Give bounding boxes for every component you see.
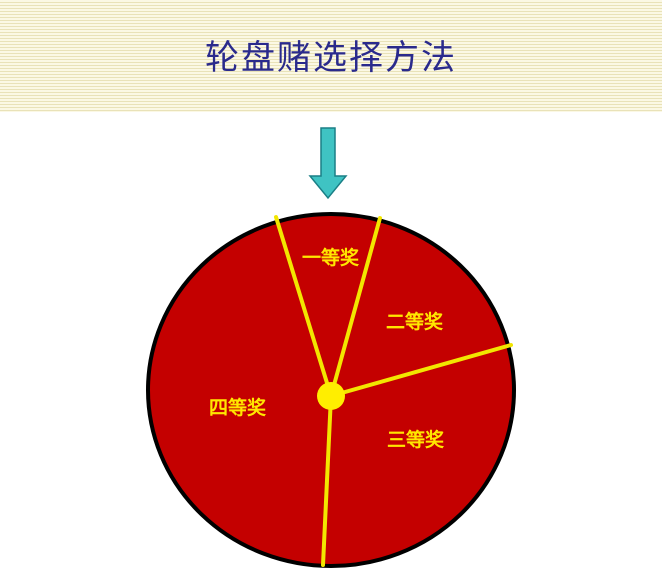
sector-label-fourth-prize: 四等奖 bbox=[209, 396, 267, 419]
pointer-arrow-icon bbox=[308, 127, 348, 200]
wheel-hub bbox=[317, 382, 345, 410]
sector-label-first-prize: 一等奖 bbox=[302, 246, 360, 269]
sector-label-third-prize: 三等奖 bbox=[387, 428, 445, 451]
sector-label-second-prize: 二等奖 bbox=[386, 310, 444, 333]
roulette-diagram: 一等奖 二等奖 三等奖 四等奖 bbox=[146, 127, 516, 568]
